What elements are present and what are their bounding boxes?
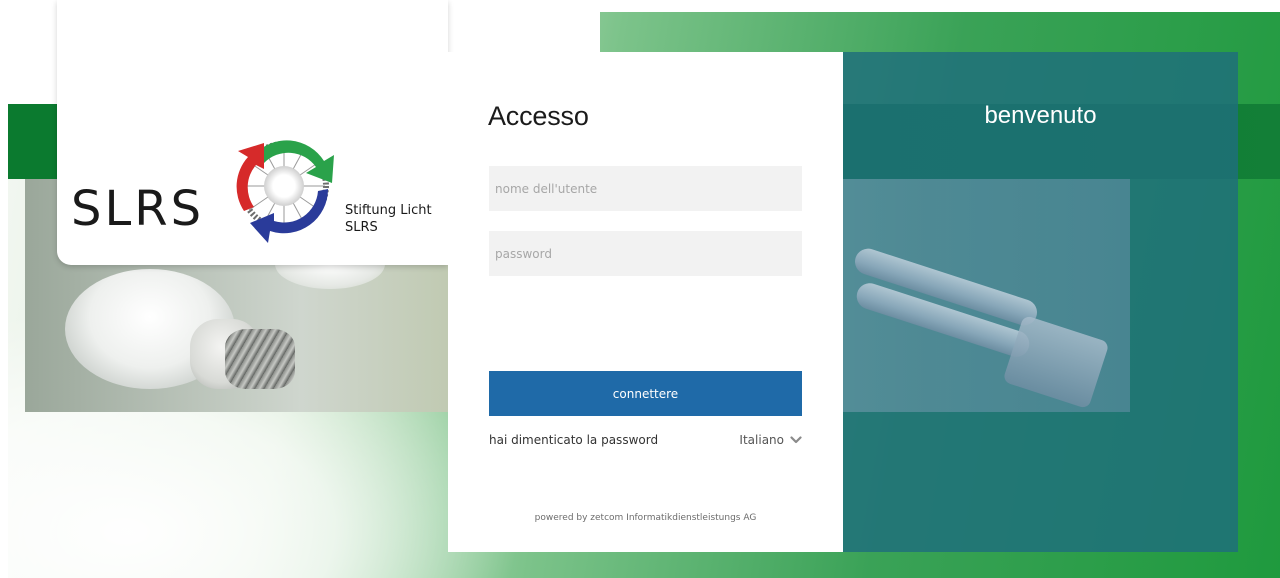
welcome-bulb-image	[843, 179, 1130, 412]
login-title: Accesso	[488, 101, 589, 131]
forgot-password-link[interactable]: hai dimenticato la password	[489, 433, 658, 447]
powered-by-footer: powered by zetcom Informatikdienstleistu…	[534, 513, 757, 523]
language-select[interactable]: Italiano	[739, 433, 802, 447]
bulb-screw-image	[225, 329, 295, 389]
logo-card: SLRS Stiftung Licht SLRS	[57, 0, 448, 265]
logo-subtitle-line2: SLRS	[345, 220, 378, 235]
language-label: Italiano	[739, 433, 784, 447]
welcome-panel: benvenuto	[843, 52, 1238, 552]
logo-wordmark: SLRS	[71, 181, 205, 237]
password-input[interactable]	[489, 231, 802, 276]
username-input[interactable]	[489, 166, 802, 211]
chevron-down-icon	[790, 436, 802, 444]
logo-subtitle: Stiftung Licht SLRS	[345, 202, 448, 236]
logo-subtitle-line1: Stiftung Licht	[345, 203, 432, 218]
left-margin	[0, 0, 8, 578]
bulb-base-image	[1002, 314, 1110, 410]
welcome-title: benvenuto	[984, 102, 1097, 129]
connect-button[interactable]: connettere	[489, 371, 802, 416]
recycle-arrows-icon	[236, 140, 334, 243]
login-panel: Accesso connettere hai dimenticato la pa…	[448, 52, 843, 552]
